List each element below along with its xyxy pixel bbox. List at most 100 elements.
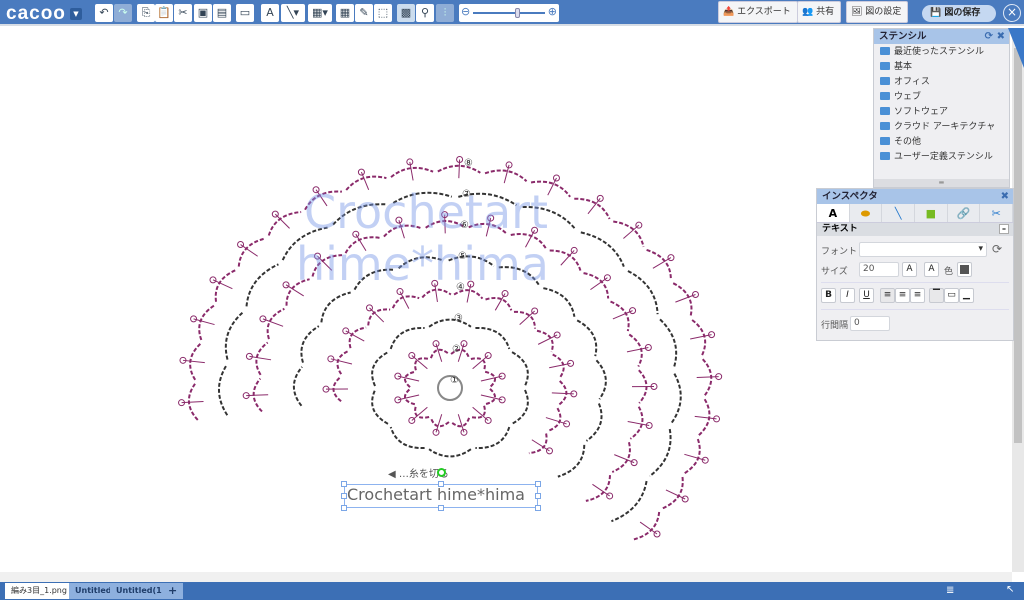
tab-line[interactable]: ╲ <box>882 204 916 222</box>
font-size-decrease-button[interactable]: A <box>924 262 939 277</box>
stitch-arc <box>585 403 603 442</box>
shape-tool-button[interactable]: ▦▾ <box>308 4 332 22</box>
reset-font-icon[interactable]: ⟳ <box>992 242 1002 256</box>
page-tab-bar: 編み3目_1.png Untitled Untitled(1) + ≣ ↖ <box>0 582 1024 600</box>
redo-button[interactable]: ↷ <box>114 4 132 22</box>
resize-handle[interactable] <box>535 493 541 499</box>
bold-button[interactable]: B <box>821 288 836 303</box>
line-spacing-label: 行間隔 <box>821 321 849 331</box>
textbox-text[interactable]: Crochetart hime*hima <box>347 485 525 504</box>
refresh-icon[interactable]: ⟳ <box>985 29 993 44</box>
text-color-button[interactable] <box>957 262 972 277</box>
resize-handle[interactable] <box>535 505 541 511</box>
stitch-arc <box>217 364 229 416</box>
stencil-item[interactable]: ユーザー定義ステンシル <box>874 150 1009 165</box>
add-page-button[interactable]: + <box>162 583 184 599</box>
close-icon[interactable]: × <box>1003 4 1021 22</box>
app-menu-dropdown[interactable]: ▼ <box>70 8 82 20</box>
folder-icon <box>880 137 890 145</box>
resize-handle[interactable] <box>535 481 541 487</box>
size-label: サイズ <box>821 267 848 277</box>
list-icon[interactable]: ≣ <box>946 585 954 596</box>
valign-bottom-button[interactable]: ▁ <box>959 288 974 303</box>
grid-button[interactable]: ▩ <box>397 4 415 22</box>
stencil-item[interactable]: 最近使ったステンシル <box>874 45 1009 60</box>
stitch-arc <box>580 231 625 267</box>
tab-fill[interactable]: ⬬ <box>850 204 883 222</box>
close-icon[interactable]: ✖ <box>1001 189 1009 204</box>
tab-text[interactable]: A <box>817 204 850 222</box>
stitch-arc <box>224 310 245 360</box>
table-tool-button[interactable]: ▦ <box>336 4 354 22</box>
underline-button[interactable]: U <box>859 288 874 303</box>
zoom-slider[interactable]: ⊖ ⊕ <box>459 4 559 22</box>
send-back-button[interactable]: ▤ <box>213 4 231 22</box>
stencil-item[interactable]: 基本 <box>874 60 1009 75</box>
round-label: ② <box>452 344 461 355</box>
paste-button[interactable]: 📋 <box>155 4 173 22</box>
stitch-arc <box>428 318 472 328</box>
stitch-arc <box>511 351 529 387</box>
panel-resize-handle[interactable]: ▬ <box>874 179 1009 187</box>
resize-handle[interactable] <box>341 505 347 511</box>
tab-shadow[interactable]: ■ <box>915 204 948 222</box>
line-spacing-input[interactable]: 0 <box>850 316 890 331</box>
tab-link[interactable]: 🔗 <box>948 204 981 222</box>
horizontal-scrollbar[interactable] <box>0 572 1012 582</box>
diagram-settings-button[interactable]: 🖼 図の設定 <box>846 1 909 23</box>
stitch-arc <box>649 428 672 477</box>
round-label: ⑧ <box>464 158 473 169</box>
align-left-button[interactable]: ≡ <box>880 288 895 303</box>
resize-handle[interactable] <box>341 493 347 499</box>
collapse-icon[interactable]: – <box>999 224 1009 234</box>
align-center-button[interactable]: ≡ <box>895 288 910 303</box>
align-button[interactable]: ⫶ <box>436 4 454 22</box>
selected-textbox[interactable]: Crochetart hime*hima <box>341 468 541 511</box>
stencil-item[interactable]: その他 <box>874 135 1009 150</box>
connector-button[interactable]: ⚲ <box>416 4 434 22</box>
pointer-icon[interactable]: ↖ <box>1006 584 1014 595</box>
folder-icon <box>880 77 890 85</box>
zoom-in-icon[interactable]: ⊕ <box>548 5 557 18</box>
stencil-title: ステンシル <box>879 31 927 42</box>
folder-icon <box>880 62 890 70</box>
font-size-increase-button[interactable]: A <box>902 262 917 277</box>
pen-tool-button[interactable]: ✎ <box>355 4 373 22</box>
zoom-slider-handle[interactable] <box>515 8 520 18</box>
color-label: 色 <box>944 267 954 277</box>
italic-button[interactable]: I <box>840 288 855 303</box>
folder-icon <box>880 152 890 160</box>
stencil-item[interactable]: オフィス <box>874 75 1009 90</box>
line-tool-button[interactable]: ╲▾ <box>281 4 305 22</box>
save-icon: 💾 <box>930 8 945 18</box>
resize-handle[interactable] <box>438 505 444 511</box>
image-tool-button[interactable]: ⬚ <box>374 4 392 22</box>
stitch-arc <box>320 291 351 323</box>
tab-tools[interactable]: ✂ <box>980 204 1014 222</box>
stitch-arc <box>557 444 586 478</box>
tab-page-1[interactable]: 編み3目_1.png <box>5 583 73 599</box>
cut-button[interactable]: ✂ <box>174 4 192 22</box>
undo-button[interactable]: ↶ <box>95 4 113 22</box>
bring-front-button[interactable]: ▣ <box>194 4 212 22</box>
export-button[interactable]: 📤 エクスポート <box>718 1 798 23</box>
font-size-input[interactable]: 20 <box>859 262 899 277</box>
resize-handle[interactable] <box>341 481 347 487</box>
share-button[interactable]: 👥 共有 <box>797 1 842 23</box>
valign-middle-button[interactable]: ▭ <box>944 288 959 303</box>
scrollbar-thumb[interactable] <box>1014 48 1022 443</box>
valign-top-button[interactable]: ▔ <box>929 288 944 303</box>
resize-handle[interactable] <box>438 481 444 487</box>
stencil-item[interactable]: クラウド アーキテクチャ <box>874 120 1009 135</box>
stencil-item[interactable]: ウェブ <box>874 90 1009 105</box>
stencil-item[interactable]: ソフトウェア <box>874 105 1009 120</box>
rotate-handle[interactable] <box>437 468 446 477</box>
align-right-button[interactable]: ≡ <box>910 288 925 303</box>
zoom-out-icon[interactable]: ⊖ <box>461 5 470 18</box>
close-icon[interactable]: ✖ <box>997 29 1005 44</box>
font-select[interactable]: ▾ <box>859 242 987 257</box>
copy-button[interactable]: ⎘ <box>137 4 155 22</box>
text-tool-button[interactable]: A <box>261 4 279 22</box>
group-button[interactable]: ▭ <box>236 4 254 22</box>
save-button[interactable]: 💾 図の保存 <box>922 5 996 22</box>
